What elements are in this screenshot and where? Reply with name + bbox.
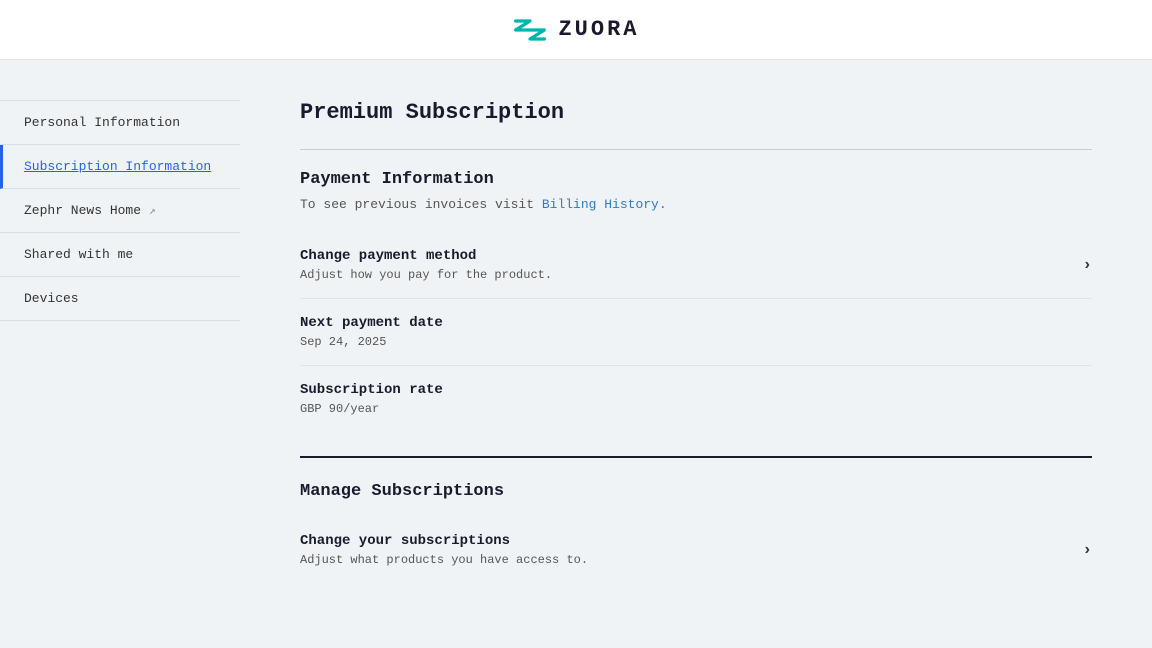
sidebar-item-label: Shared with me bbox=[24, 247, 133, 262]
sidebar-item-label: Zephr News Home bbox=[24, 203, 141, 218]
logo-text: ZUORA bbox=[558, 17, 639, 42]
sidebar-item-subscription-information[interactable]: Subscription Information bbox=[0, 145, 240, 189]
manage-section-divider bbox=[300, 456, 1092, 458]
next-payment-date-value: Sep 24, 2025 bbox=[300, 335, 1092, 349]
change-payment-method-header[interactable]: Change payment method Adjust how you pay… bbox=[300, 248, 1092, 282]
payment-rows: Change payment method Adjust how you pay… bbox=[300, 232, 1092, 432]
change-payment-method-content: Change payment method Adjust how you pay… bbox=[300, 248, 552, 282]
sidebar-item-link[interactable]: Subscription Information bbox=[24, 159, 211, 174]
change-payment-method-row[interactable]: Change payment method Adjust how you pay… bbox=[300, 232, 1092, 299]
payment-section-title: Payment Information bbox=[300, 170, 1092, 189]
sidebar-item-label: Subscription Information bbox=[24, 159, 211, 174]
billing-history-link[interactable]: Billing History. bbox=[542, 197, 667, 212]
subscription-rate-value: GBP 90/year bbox=[300, 402, 1092, 416]
change-subscriptions-title: Change your subscriptions bbox=[300, 533, 588, 549]
content-area: Premium Subscription Payment Information… bbox=[240, 60, 1152, 648]
change-payment-method-desc: Adjust how you pay for the product. bbox=[300, 268, 552, 282]
change-subscriptions-row[interactable]: Change your subscriptions Adjust what pr… bbox=[300, 517, 1092, 583]
change-subscriptions-desc: Adjust what products you have access to. bbox=[300, 553, 588, 567]
sidebar-item-personal-information[interactable]: Personal Information bbox=[0, 100, 240, 145]
subscription-rate-row: Subscription rate GBP 90/year bbox=[300, 366, 1092, 432]
change-payment-method-title: Change payment method bbox=[300, 248, 552, 264]
sidebar-item-label: Devices bbox=[24, 291, 79, 306]
page-title: Premium Subscription bbox=[300, 100, 1092, 125]
next-payment-date-row: Next payment date Sep 24, 2025 bbox=[300, 299, 1092, 366]
sidebar-item-label: Personal Information bbox=[24, 115, 180, 130]
manage-subscriptions-section: Manage Subscriptions Change your subscri… bbox=[300, 482, 1092, 583]
zuora-logo-icon bbox=[512, 16, 548, 44]
sidebar-item-devices[interactable]: Devices bbox=[0, 277, 240, 321]
header: ZUORA bbox=[0, 0, 1152, 60]
change-subscriptions-content: Change your subscriptions Adjust what pr… bbox=[300, 533, 588, 567]
payment-section-subtitle: To see previous invoices visit Billing H… bbox=[300, 197, 1092, 212]
payment-divider bbox=[300, 149, 1092, 150]
manage-subscriptions-title: Manage Subscriptions bbox=[300, 482, 1092, 501]
billing-history-pre-text: To see previous invoices visit bbox=[300, 197, 542, 212]
next-payment-date-title: Next payment date bbox=[300, 315, 1092, 331]
sidebar: Personal Information Subscription Inform… bbox=[0, 60, 240, 648]
external-link-icon: ↗ bbox=[149, 204, 156, 218]
logo-container: ZUORA bbox=[512, 16, 639, 44]
change-subscriptions-header[interactable]: Change your subscriptions Adjust what pr… bbox=[300, 533, 1092, 567]
main-layout: Personal Information Subscription Inform… bbox=[0, 60, 1152, 648]
sidebar-item-zephr-news-home[interactable]: Zephr News Home ↗ bbox=[0, 189, 240, 233]
subscription-rate-title: Subscription rate bbox=[300, 382, 1092, 398]
sidebar-item-shared-with-me[interactable]: Shared with me bbox=[0, 233, 240, 277]
manage-chevron-right-icon: › bbox=[1082, 541, 1092, 559]
chevron-right-icon: › bbox=[1082, 256, 1092, 274]
